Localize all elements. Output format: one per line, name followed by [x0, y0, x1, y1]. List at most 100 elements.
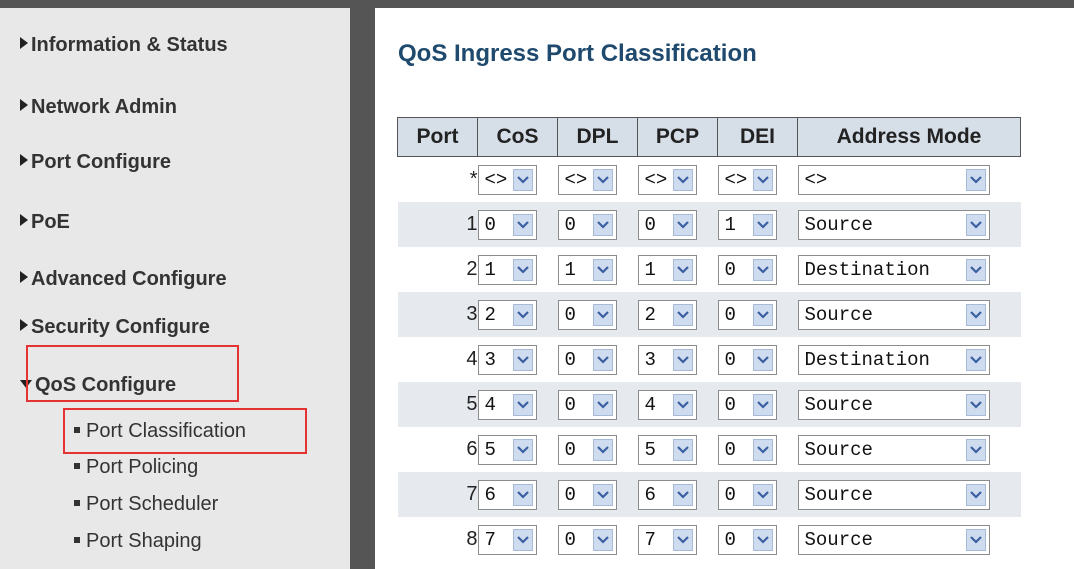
address-mode-select[interactable]: Source — [797, 389, 990, 420]
cos-select[interactable]: 0 — [477, 209, 537, 240]
pcp-select[interactable]: 2 — [637, 299, 697, 330]
nav-item-port-configure[interactable]: Port Configure — [20, 151, 171, 174]
dpl-select[interactable]: 0 — [557, 389, 617, 420]
nav-item-poe[interactable]: PoE — [20, 211, 70, 234]
chevron-down-icon[interactable] — [965, 348, 986, 371]
chevron-down-icon[interactable] — [672, 168, 693, 191]
chevron-down-icon[interactable] — [752, 303, 773, 326]
dei-select[interactable]: 0 — [717, 389, 777, 420]
cos-select[interactable]: <> — [477, 164, 537, 195]
chevron-down-icon[interactable] — [592, 528, 613, 551]
chevron-down-icon[interactable] — [965, 438, 986, 461]
chevron-down-icon[interactable] — [672, 483, 693, 506]
sidebar-subitem-port-shaping[interactable]: Port Shaping — [74, 530, 202, 553]
pcp-select[interactable]: 1 — [637, 254, 697, 285]
nav-item-security-configure[interactable]: Security Configure — [20, 316, 210, 339]
dpl-select[interactable]: <> — [557, 164, 617, 195]
chevron-down-icon[interactable] — [752, 348, 773, 371]
cos-select[interactable]: 6 — [477, 479, 537, 510]
chevron-down-icon[interactable] — [672, 528, 693, 551]
pcp-select[interactable]: 5 — [637, 434, 697, 465]
chevron-down-icon[interactable] — [965, 303, 986, 326]
cos-select[interactable]: 7 — [477, 524, 537, 555]
cos-select[interactable]: 3 — [477, 344, 537, 375]
chevron-down-icon[interactable] — [512, 348, 533, 371]
pcp-select[interactable]: 0 — [637, 209, 697, 240]
dpl-select[interactable]: 1 — [557, 254, 617, 285]
port-cell: 2 — [397, 247, 478, 292]
chevron-down-icon[interactable] — [672, 438, 693, 461]
dpl-select[interactable]: 0 — [557, 209, 617, 240]
sidebar-subitem-port-policing[interactable]: Port Policing — [74, 456, 198, 479]
address-mode-select[interactable]: Source — [797, 479, 990, 510]
pcp-select[interactable]: 4 — [637, 389, 697, 420]
chevron-down-icon[interactable] — [965, 213, 986, 236]
chevron-down-icon[interactable] — [752, 213, 773, 236]
chevron-down-icon[interactable] — [512, 213, 533, 236]
chevron-down-icon[interactable] — [965, 168, 986, 191]
chevron-down-icon[interactable] — [592, 303, 613, 326]
dpl-select[interactable]: 0 — [557, 479, 617, 510]
chevron-down-icon[interactable] — [592, 393, 613, 416]
address-mode-select[interactable]: Source — [797, 524, 990, 555]
chevron-down-icon[interactable] — [512, 168, 533, 191]
dei-select[interactable]: 1 — [717, 209, 777, 240]
cos-select[interactable]: 5 — [477, 434, 537, 465]
chevron-down-icon[interactable] — [752, 528, 773, 551]
address-mode-select[interactable]: Source — [797, 299, 990, 330]
chevron-down-icon[interactable] — [512, 393, 533, 416]
chevron-down-icon[interactable] — [672, 258, 693, 281]
dei-select[interactable]: 0 — [717, 524, 777, 555]
pcp-select[interactable]: <> — [637, 164, 697, 195]
pcp-select[interactable]: 7 — [637, 524, 697, 555]
chevron-down-icon[interactable] — [672, 348, 693, 371]
address-mode-select[interactable]: Destination — [797, 344, 990, 375]
chevron-down-icon[interactable] — [512, 483, 533, 506]
dpl-select[interactable]: 0 — [557, 434, 617, 465]
chevron-down-icon[interactable] — [592, 483, 613, 506]
chevron-down-icon[interactable] — [592, 258, 613, 281]
chevron-down-icon[interactable] — [752, 438, 773, 461]
chevron-down-icon[interactable] — [512, 303, 533, 326]
dpl-select[interactable]: 0 — [557, 524, 617, 555]
chevron-down-icon[interactable] — [752, 168, 773, 191]
address-mode-select[interactable]: Source — [797, 209, 990, 240]
dpl-select[interactable]: 0 — [557, 299, 617, 330]
chevron-down-icon[interactable] — [592, 168, 613, 191]
pcp-select[interactable]: 3 — [637, 344, 697, 375]
chevron-down-icon[interactable] — [672, 303, 693, 326]
nav-item-network-admin[interactable]: Network Admin — [20, 96, 177, 119]
pcp-select[interactable]: 6 — [637, 479, 697, 510]
chevron-down-icon[interactable] — [592, 438, 613, 461]
chevron-down-icon[interactable] — [965, 393, 986, 416]
cos-select[interactable]: 2 — [477, 299, 537, 330]
cos-select[interactable]: 4 — [477, 389, 537, 420]
dei-select[interactable]: 0 — [717, 479, 777, 510]
chevron-down-icon[interactable] — [965, 258, 986, 281]
address-mode-select[interactable]: Destination — [797, 254, 990, 285]
chevron-down-icon[interactable] — [592, 213, 613, 236]
nav-item-advanced-configure[interactable]: Advanced Configure — [20, 268, 227, 291]
chevron-down-icon[interactable] — [752, 258, 773, 281]
dei-select[interactable]: 0 — [717, 299, 777, 330]
chevron-down-icon[interactable] — [512, 438, 533, 461]
chevron-down-icon[interactable] — [752, 393, 773, 416]
address-mode-select[interactable]: <> — [797, 164, 990, 195]
chevron-down-icon[interactable] — [752, 483, 773, 506]
dei-select[interactable]: 0 — [717, 254, 777, 285]
chevron-down-icon[interactable] — [592, 348, 613, 371]
chevron-down-icon[interactable] — [965, 528, 986, 551]
nav-item-information-status[interactable]: Information & Status — [20, 34, 228, 57]
sidebar-subitem-port-scheduler[interactable]: Port Scheduler — [74, 493, 218, 516]
chevron-down-icon[interactable] — [672, 213, 693, 236]
chevron-down-icon[interactable] — [965, 483, 986, 506]
dei-select[interactable]: <> — [717, 164, 777, 195]
chevron-down-icon[interactable] — [672, 393, 693, 416]
chevron-down-icon[interactable] — [512, 258, 533, 281]
dei-select[interactable]: 0 — [717, 344, 777, 375]
cos-select[interactable]: 1 — [477, 254, 537, 285]
chevron-down-icon[interactable] — [512, 528, 533, 551]
address-mode-select[interactable]: Source — [797, 434, 990, 465]
dpl-select[interactable]: 0 — [557, 344, 617, 375]
dei-select[interactable]: 0 — [717, 434, 777, 465]
